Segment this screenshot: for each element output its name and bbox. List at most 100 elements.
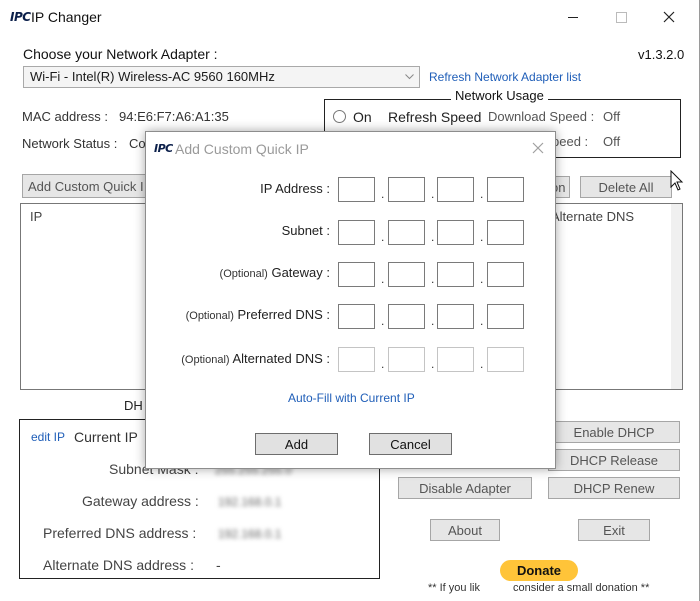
donate-button[interactable]: Donate xyxy=(500,560,578,581)
auto-fill-link[interactable]: Auto-Fill with Current IP xyxy=(288,391,415,405)
refresh-speed-button[interactable]: Refresh Speed xyxy=(388,109,481,125)
subnet-separator-dot: . xyxy=(480,230,484,244)
pdns-separator-dot: . xyxy=(480,314,484,328)
subnet-octet-1-input[interactable] xyxy=(338,220,375,245)
subnet-octet-3-input[interactable] xyxy=(437,220,474,245)
gateway-octet-2-input[interactable] xyxy=(388,262,425,287)
alternate-dns-label: Alternate DNS address : xyxy=(43,557,194,573)
optional-tag: (Optional) xyxy=(219,268,268,280)
ip-octet-2-input[interactable] xyxy=(388,177,425,202)
gateway-row-label: (Optional) Gateway : xyxy=(220,265,330,280)
upload-speed-label: peed : xyxy=(552,134,589,149)
preferred-dns-dialog-label: Preferred DNS : xyxy=(237,307,330,322)
preferred-dns-label: Preferred DNS address : xyxy=(43,525,197,541)
ip-separator-dot: . xyxy=(480,187,484,201)
add-custom-quick-ip-button[interactable]: Add Custom Quick I xyxy=(22,174,146,198)
dhcp-status-label: DH xyxy=(124,398,143,413)
gateway-separator-dot: . xyxy=(480,272,484,286)
minimize-button[interactable] xyxy=(550,4,596,30)
close-button[interactable] xyxy=(646,4,692,30)
network-status-label: Network Status : xyxy=(22,136,118,151)
dialog-cancel-button[interactable]: Cancel xyxy=(369,433,452,455)
alternate-dns-value: - xyxy=(216,557,221,573)
subnet-octet-4-input[interactable] xyxy=(487,220,524,245)
chevron-down-icon xyxy=(405,74,414,80)
pdns-octet-3-input[interactable] xyxy=(437,304,474,329)
optional-tag: (Optional) xyxy=(181,354,230,366)
adapter-select[interactable]: Wi-Fi - Intel(R) Wireless-AC 9560 160MHz xyxy=(23,66,420,88)
upload-speed-value: Off xyxy=(603,134,621,149)
adapter-select-value: Wi-Fi - Intel(R) Wireless-AC 9560 160MHz xyxy=(30,69,275,84)
gateway-octet-1-input[interactable] xyxy=(338,262,375,287)
subnet-separator-dot: . xyxy=(381,230,385,244)
add-custom-quick-ip-dialog: IPC Add Custom Quick IP IP Address : . .… xyxy=(145,131,556,469)
usage-on-label: On xyxy=(353,109,372,125)
dialog-title: Add Custom Quick IP xyxy=(175,141,309,157)
ip-octet-3-input[interactable] xyxy=(437,177,474,202)
mac-value: 94:E6:F7:A6:A1:35 xyxy=(119,109,229,124)
column-header-ip: IP xyxy=(30,209,43,224)
delete-all-button[interactable]: Delete All xyxy=(580,176,672,198)
gateway-separator-dot: . xyxy=(431,272,435,286)
disable-adapter-button[interactable]: Disable Adapter xyxy=(398,477,532,499)
maximize-icon xyxy=(615,11,627,23)
pdns-octet-1-input[interactable] xyxy=(338,304,375,329)
close-icon xyxy=(663,11,675,23)
about-button[interactable]: About xyxy=(430,519,500,541)
preferred-dns-row-label: (Optional) Preferred DNS : xyxy=(186,307,330,322)
ip-address-label: IP Address : xyxy=(260,181,330,196)
adns-octet-2-input[interactable] xyxy=(388,347,425,372)
subnet-separator-dot: . xyxy=(431,230,435,244)
pdns-separator-dot: . xyxy=(431,314,435,328)
gateway-label: Gateway : xyxy=(271,265,330,280)
ip-octet-1-input[interactable] xyxy=(338,177,375,202)
gateway-address-value: 192.168.0.1 xyxy=(218,495,282,509)
table-scrollbar[interactable] xyxy=(671,204,682,389)
gateway-address-label: Gateway address : xyxy=(82,493,199,509)
pdns-octet-4-input[interactable] xyxy=(487,304,524,329)
dhcp-renew-button[interactable]: DHCP Renew xyxy=(548,477,680,499)
download-speed-label: Download Speed : xyxy=(488,109,595,124)
mouse-cursor-icon xyxy=(670,170,684,191)
mac-label: MAC address : xyxy=(22,109,108,124)
dhcp-release-button[interactable]: DHCP Release xyxy=(548,449,680,471)
column-header-alternate-dns: Alternate DNS xyxy=(551,209,635,224)
subnet-label: Subnet : xyxy=(281,223,330,238)
alternated-dns-dialog-label: Alternated DNS : xyxy=(232,351,330,366)
gateway-octet-3-input[interactable] xyxy=(437,262,474,287)
subnet-octet-2-input[interactable] xyxy=(388,220,425,245)
adns-separator-dot: . xyxy=(431,357,435,371)
donate-note-start: ** If you lik xyxy=(428,582,480,594)
maximize-button[interactable] xyxy=(598,4,644,30)
pdns-octet-2-input[interactable] xyxy=(388,304,425,329)
adns-separator-dot: . xyxy=(480,357,484,371)
ip-separator-dot: . xyxy=(431,187,435,201)
usage-on-radio[interactable] xyxy=(333,110,346,123)
download-speed-value: Off xyxy=(603,109,621,124)
exit-button[interactable]: Exit xyxy=(578,519,650,541)
preferred-dns-value: 192.168.0.1 xyxy=(218,527,282,541)
current-ip-title: Current IP xyxy=(74,429,138,445)
adns-separator-dot: . xyxy=(381,357,385,371)
version-label: v1.3.2.0 xyxy=(638,47,685,62)
minimize-icon xyxy=(568,16,578,18)
edit-ip-link[interactable]: edit IP xyxy=(31,430,65,444)
app-logo-icon: IPC xyxy=(10,10,31,24)
dialog-close-icon[interactable] xyxy=(532,142,544,154)
ip-octet-4-input[interactable] xyxy=(487,177,524,202)
gateway-octet-4-input[interactable] xyxy=(487,262,524,287)
adns-octet-1-input[interactable] xyxy=(338,347,375,372)
adapter-label: Choose your Network Adapter : xyxy=(23,46,218,62)
window-title: IP Changer xyxy=(31,9,102,25)
adns-octet-4-input[interactable] xyxy=(487,347,524,372)
optional-tag: (Optional) xyxy=(185,310,234,322)
dialog-logo-icon: IPC xyxy=(154,142,173,155)
ip-separator-dot: . xyxy=(381,187,385,201)
dialog-add-button[interactable]: Add xyxy=(255,433,338,455)
adns-octet-3-input[interactable] xyxy=(437,347,474,372)
alternated-dns-row-label: (Optional) Alternated DNS : xyxy=(181,351,330,366)
pdns-separator-dot: . xyxy=(381,314,385,328)
network-usage-title: Network Usage xyxy=(451,88,548,103)
enable-dhcp-button[interactable]: Enable DHCP xyxy=(548,421,680,443)
refresh-adapter-link[interactable]: Refresh Network Adapter list xyxy=(429,70,581,84)
